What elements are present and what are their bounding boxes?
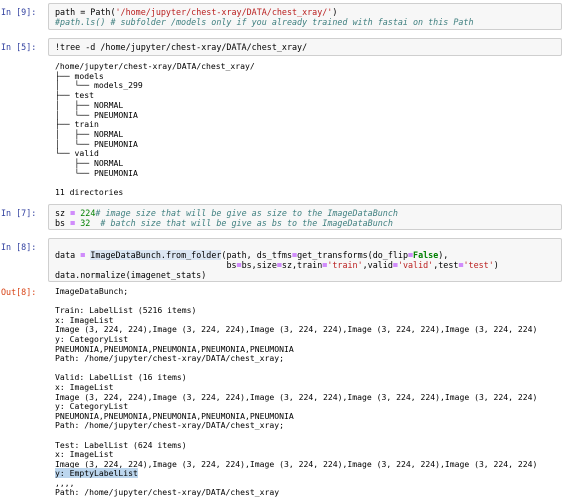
output-text: ImageDataBunch; Train: LabelList (5216 i…: [55, 286, 538, 469]
input-prompt: In [9]:: [1, 7, 37, 17]
input-prompt: In [8]:: [1, 242, 37, 252]
cell-output: /home/jupyter/chest-xray/DATA/chest_xray…: [55, 61, 255, 198]
code-comment: #path.ls() # subfolder /models only if y…: [55, 17, 474, 27]
output-text: ,,,, Path: /home/jupyter/chest-xray/DATA…: [55, 477, 280, 498]
code-line: path = Path('/home/jupyter/chest-xray/DA…: [55, 7, 338, 17]
output-prompt: Out[8]:: [1, 287, 37, 297]
selected-text[interactable]: y: EmptyLabelList: [55, 468, 138, 479]
code-line: !tree -d /home/jupyter/chest-xray/DATA/c…: [55, 42, 308, 52]
code-line: bs=bs,size=sz,train='train',valid='valid…: [226, 260, 499, 270]
code-input[interactable]: data = ImageDataBunch.from_folder(path, …: [48, 238, 562, 282]
code-input[interactable]: !tree -d /home/jupyter/chest-xray/DATA/c…: [48, 38, 562, 56]
input-prompt: In [7]:: [1, 208, 37, 218]
code-line: data.normalize(imagenet_stats): [55, 270, 207, 280]
code-line: sz = 224# image size that will be give a…: [55, 208, 398, 218]
input-prompt: In [5]:: [1, 42, 37, 52]
code-input[interactable]: path = Path('/home/jupyter/chest-xray/DA…: [48, 3, 562, 30]
code-line: bs = 32 # batch size that will be give a…: [55, 218, 393, 228]
cell-output: ImageDataBunch; Train: LabelList (5216 i…: [55, 286, 538, 498]
code-input[interactable]: sz = 224# image size that will be give a…: [48, 204, 562, 230]
code-line: data = ImageDataBunch.from_folder(path, …: [55, 250, 449, 260]
